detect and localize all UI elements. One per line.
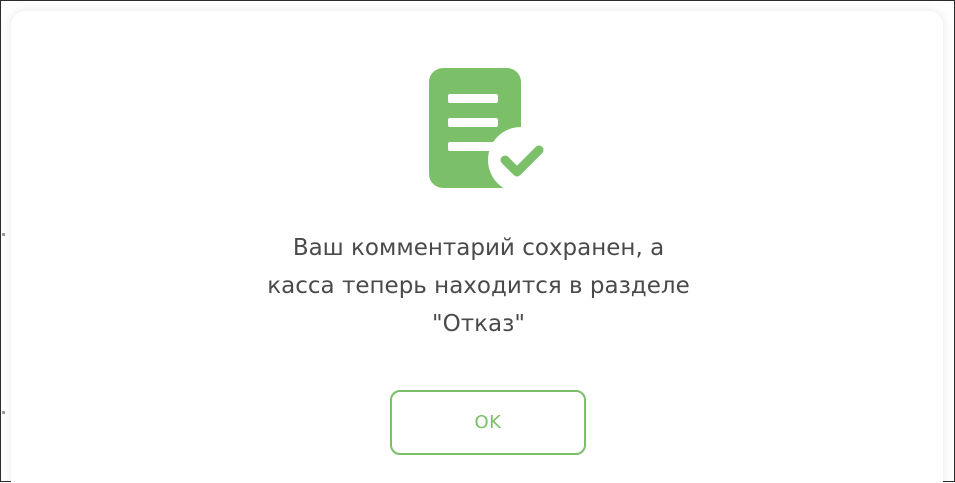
message-line-3: "Отказ" <box>432 311 525 337</box>
ok-button[interactable]: OK <box>390 390 586 455</box>
edge-mark <box>2 411 5 414</box>
dialog-message: Ваш комментарий сохранен, а касса теперь… <box>1 229 955 343</box>
message-line-2: касса теперь находится в разделе <box>267 273 690 299</box>
document-check-icon <box>429 68 554 193</box>
message-line-1: Ваш комментарий сохранен, а <box>292 235 665 261</box>
window-frame: Ваш комментарий сохранен, а касса теперь… <box>0 0 955 483</box>
